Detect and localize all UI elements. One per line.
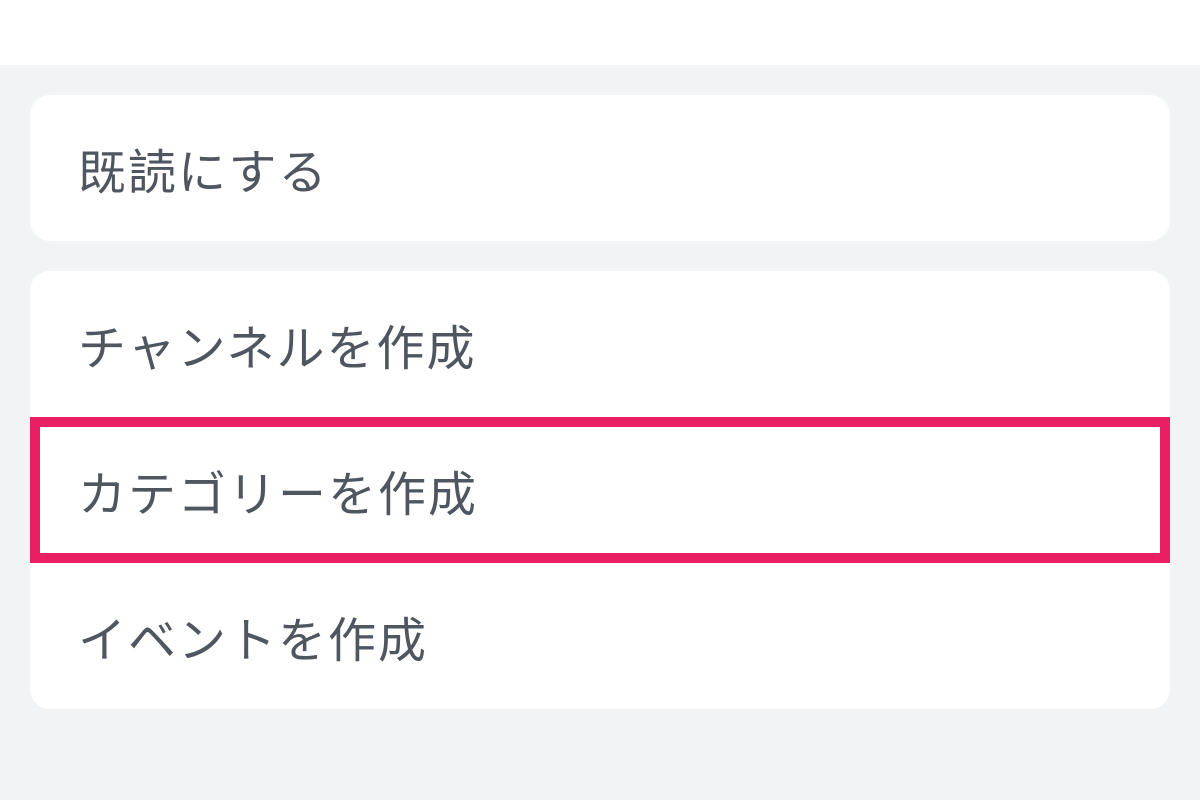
context-menu: 既読にする チャンネルを作成 カテゴリーを作成 イベントを作成	[0, 65, 1200, 800]
menu-item-label: イベントを作成	[78, 615, 428, 668]
menu-item-label: カテゴリーを作成	[78, 469, 478, 522]
menu-group-create: チャンネルを作成 カテゴリーを作成 イベントを作成	[30, 271, 1170, 709]
top-spacer	[0, 0, 1200, 65]
create-channel-item[interactable]: チャンネルを作成	[30, 271, 1170, 417]
menu-item-label: 既読にする	[78, 147, 328, 200]
create-category-item[interactable]: カテゴリーを作成	[30, 417, 1170, 563]
create-event-item[interactable]: イベントを作成	[30, 563, 1170, 709]
mark-as-read-item[interactable]: 既読にする	[30, 95, 1170, 241]
menu-item-label: チャンネルを作成	[78, 323, 477, 376]
menu-group-read: 既読にする	[30, 95, 1170, 241]
